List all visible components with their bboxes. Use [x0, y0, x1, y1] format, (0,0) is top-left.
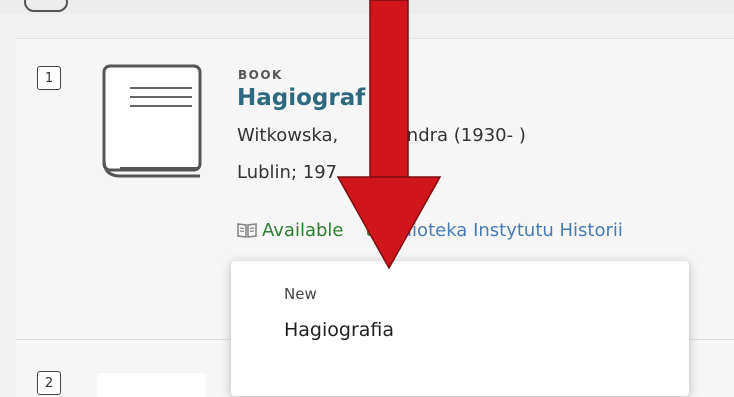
record-type: BOOK	[238, 68, 283, 82]
author-text: Witkowska,	[237, 125, 339, 146]
popup-label: New	[284, 285, 317, 303]
author-text-rest: ksandra (1930- )	[375, 125, 526, 146]
book-thumbnail-icon[interactable]	[96, 64, 208, 182]
availability-line[interactable]: Available t Biblioteka Instytutu Historii	[237, 220, 623, 241]
result-number: 1	[37, 66, 61, 90]
previous-result-edge	[0, 0, 734, 14]
availability-location-link[interactable]: Biblioteka Instytutu Historii	[378, 220, 623, 241]
thumbnail-placeholder	[97, 373, 205, 397]
record-publication: Lublin; 197	[237, 162, 338, 183]
availability-status-rest: t	[365, 220, 373, 241]
title-popup: New Hagiografia	[231, 261, 689, 396]
previous-button-edge	[24, 0, 68, 12]
popup-value: Hagiografia	[284, 319, 395, 341]
result-number: 2	[37, 371, 61, 395]
record-author: Witkowska, ksandra (1930- )	[237, 125, 526, 146]
record-title-link[interactable]: Hagiograf	[237, 85, 365, 111]
availability-status: Available	[262, 220, 344, 241]
open-book-icon	[237, 223, 257, 238]
